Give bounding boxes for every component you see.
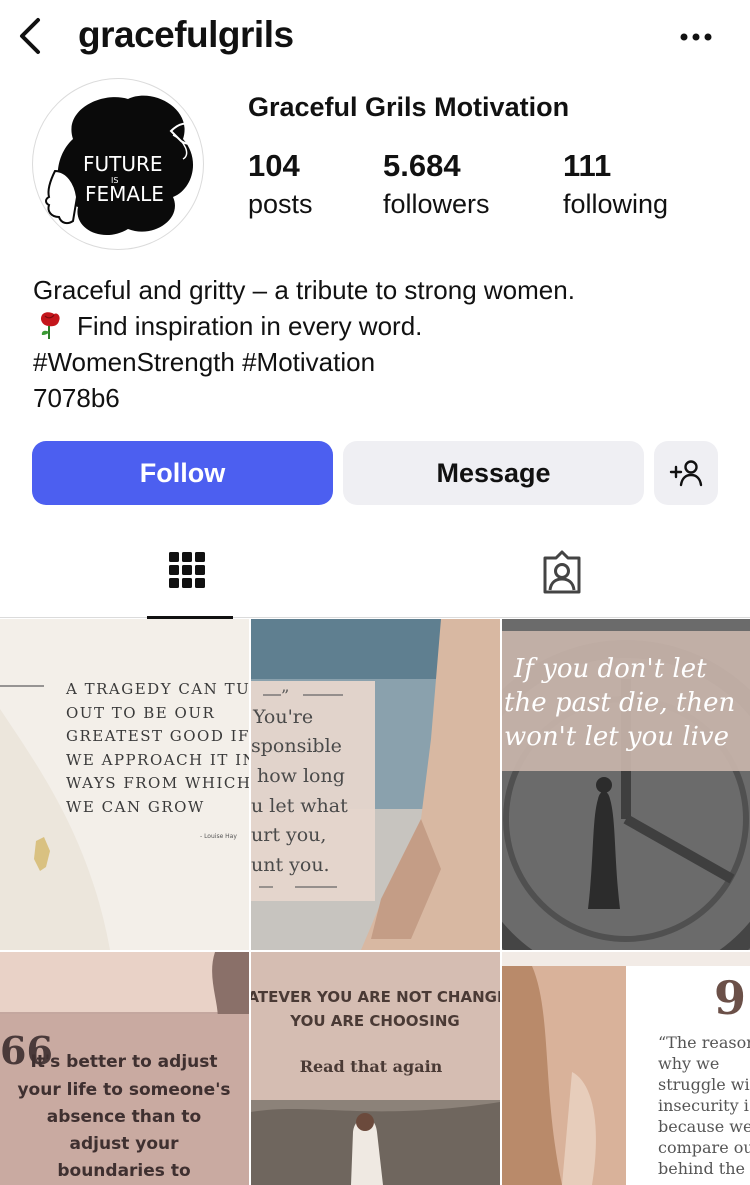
chevron-left-icon (20, 18, 40, 54)
post-text-line: If you don't let (513, 654, 707, 684)
bio: Graceful and gritty – a tribute to stron… (33, 272, 575, 416)
post-tile[interactable]: ATEVER YOU ARE NOT CHANGI YOU ARE CHOOSI… (251, 952, 500, 1185)
post-text-line: It's better to adjust (30, 1052, 217, 1072)
post-text-line: u let what (251, 795, 348, 817)
post-text-line: the past die, then (504, 688, 735, 718)
display-name: Graceful Grils Motivation (248, 92, 570, 122)
profile-header: gracefulgrils (0, 0, 750, 74)
post-text-line: Read that again (300, 1057, 443, 1076)
post-text-line: behind the (658, 1159, 745, 1178)
tab-posts-grid[interactable] (127, 540, 247, 619)
follow-button[interactable]: Follow (32, 441, 333, 505)
followers-count: 5.684 (383, 148, 461, 183)
post-author: - Louise Hay (200, 833, 237, 840)
post-text-line: GREATEST GOOD IF (66, 727, 249, 745)
post-text-line: urt you, (251, 824, 326, 846)
message-button[interactable]: Message (343, 441, 644, 505)
post-text-line: insecurity i (658, 1096, 749, 1115)
post-text-line: sponsible (251, 735, 342, 757)
more-horizontal-icon (680, 33, 712, 41)
avatar-text-3: FEMALE (85, 182, 164, 206)
post-text-line: WE CAN GROW (66, 798, 205, 816)
post-text-line: boundaries to (57, 1161, 190, 1181)
tagged-user-icon (543, 550, 581, 594)
bio-line-4: 7078b6 (33, 383, 120, 413)
stat-posts[interactable]: 104 posts (248, 146, 313, 222)
post-tile[interactable]: ” You're sponsible how long u let what u… (251, 619, 500, 950)
profile-tabs (0, 540, 750, 619)
post-text-line: You're (252, 706, 313, 728)
add-user-icon (669, 460, 703, 487)
back-button[interactable] (14, 16, 48, 56)
bio-hashtags[interactable]: #WomenStrength #Motivation (33, 344, 575, 380)
post-text-line: WE APPROACH IT IN (66, 751, 249, 769)
post-quote-mark: ” (281, 686, 289, 705)
post-tile[interactable]: A TRAGEDY CAN TU OUT TO BE OUR GREATEST … (0, 619, 249, 950)
post-text-line: unt you. (251, 854, 330, 876)
post-text-line: your life to someone's (17, 1080, 230, 1100)
posts-label: posts (248, 189, 313, 219)
followers-label: followers (383, 189, 490, 219)
post-text-line: struggle wit (658, 1075, 750, 1094)
following-label: following (563, 189, 669, 219)
bio-line-2-row: Find inspiration in every word. (33, 308, 575, 344)
post-tile[interactable]: 9 “The reasor why we struggle wit insecu… (502, 952, 750, 1185)
post-text-line: adjust your (70, 1134, 180, 1154)
post-tile[interactable]: 66 It's better to adjust your life to so… (0, 952, 249, 1185)
post-text-line: ATEVER YOU ARE NOT CHANGI (251, 988, 500, 1006)
post-text-line: compare ou (658, 1138, 750, 1157)
avatar[interactable]: FUTURE IS FEMALE (32, 78, 204, 250)
post-quote-mark: 9 (714, 971, 746, 1025)
post-text-line: because we (658, 1117, 750, 1136)
stat-following[interactable]: 111 following (563, 146, 668, 222)
grid-icon (169, 552, 205, 588)
post-text-line: “The reasor (658, 1033, 750, 1052)
bio-line-2: Find inspiration in every word. (77, 311, 423, 341)
post-text-line: won't let you live (504, 722, 729, 752)
post-text-line: WAYS FROM WHICH (66, 774, 249, 792)
post-text-line: A TRAGEDY CAN TU (65, 680, 249, 698)
add-user-button[interactable] (654, 441, 718, 505)
following-count: 111 (563, 148, 612, 183)
post-text-line: absence than to (47, 1107, 201, 1127)
tab-tagged[interactable] (502, 540, 622, 618)
post-text-line: why we (658, 1054, 719, 1073)
bio-line-1: Graceful and gritty – a tribute to stron… (33, 275, 575, 305)
posts-grid: A TRAGEDY CAN TU OUT TO BE OUR GREATEST … (0, 619, 750, 1185)
post-text-line: YOU ARE CHOOSING (289, 1012, 459, 1030)
stat-followers[interactable]: 5.684 followers (383, 146, 490, 222)
username: gracefulgrils (78, 14, 294, 55)
post-tile[interactable]: If you don't let the past die, then won'… (502, 619, 750, 950)
post-text-line: OUT TO BE OUR (66, 704, 215, 722)
more-button[interactable] (674, 22, 724, 52)
rose-icon (33, 310, 67, 340)
post-text-line: how long (257, 765, 345, 787)
avatar-text-1: FUTURE (83, 152, 163, 176)
posts-count: 104 (248, 148, 300, 183)
